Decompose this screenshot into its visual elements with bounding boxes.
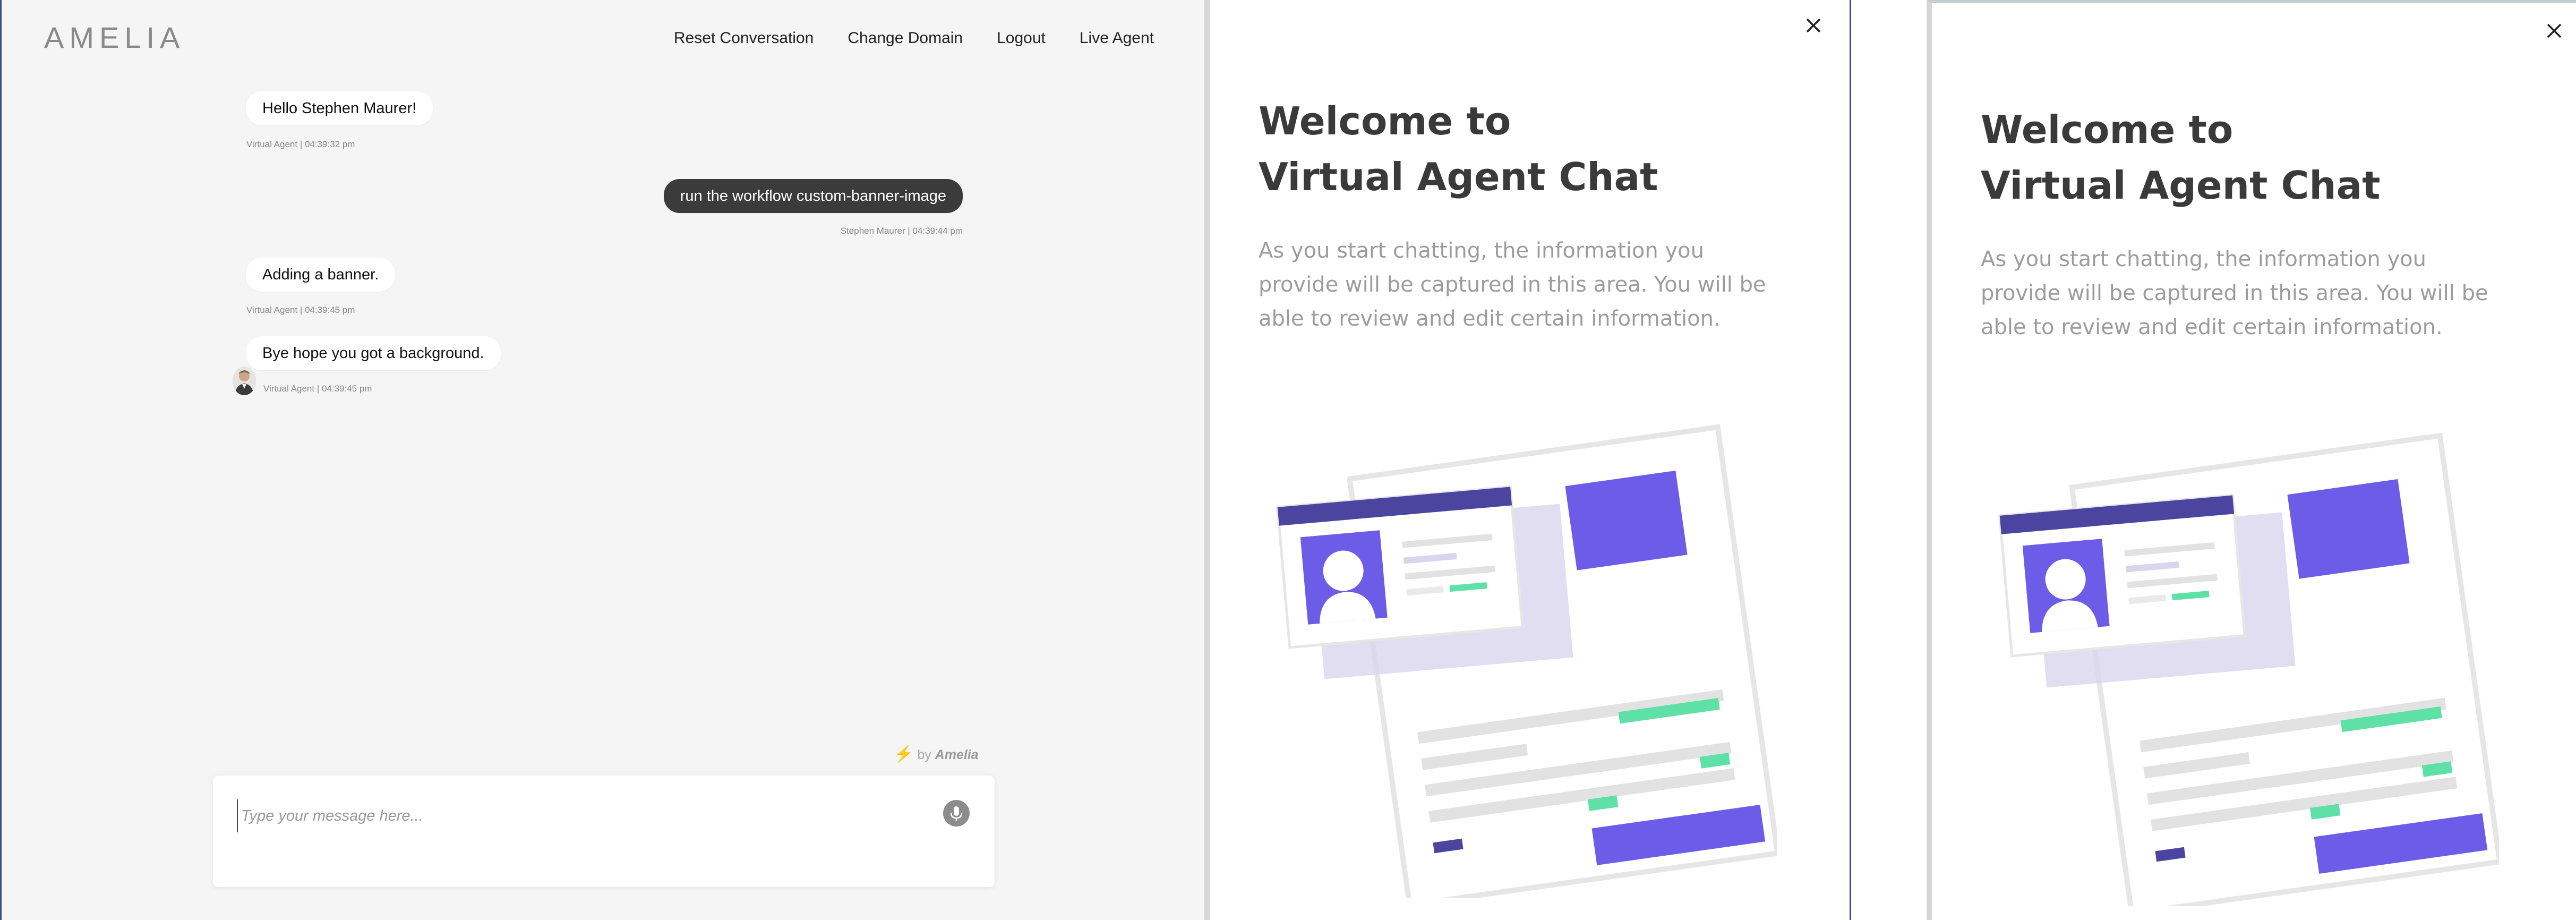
welcome-panel: Welcome to Virtual Agent Chat As you sta… (1204, 0, 1851, 920)
profile-document-illustration (1998, 432, 2499, 906)
welcome-panel-duplicate: Welcome to Virtual Agent Chat As you sta… (1927, 0, 2576, 920)
message-composer (213, 776, 995, 887)
powered-prefix: by (917, 747, 931, 762)
agent-avatar (233, 367, 256, 395)
panel-gap (1851, 0, 1927, 920)
welcome-title: Welcome to Virtual Agent Chat (1259, 93, 1790, 205)
reset-conversation-link[interactable]: Reset Conversation (674, 29, 814, 47)
powered-brand: Amelia (935, 747, 979, 762)
welcome-description: As you start chatting, the information y… (1259, 238, 1766, 331)
profile-document-illustration (1276, 424, 1777, 898)
message-meta: Virtual Agent | 04:39:45 pm (263, 384, 372, 394)
logo-text: AMELIA (44, 21, 185, 54)
welcome-title-line2: Virtual Agent Chat (1259, 155, 1658, 199)
chat-app: AMELIA Reset Conversation Change Domain … (0, 0, 1204, 920)
agent-message-bubble: Adding a banner. (246, 258, 396, 292)
close-icon[interactable] (2543, 19, 2566, 42)
lightning-icon: ⚡ (894, 745, 914, 763)
welcome-title-line1: Welcome to (1259, 99, 1511, 143)
live-agent-link[interactable]: Live Agent (1080, 29, 1154, 47)
message-meta: Virtual Agent | 04:39:45 pm (246, 305, 355, 315)
change-domain-link[interactable]: Change Domain (848, 29, 963, 47)
logout-link[interactable]: Logout (997, 29, 1046, 47)
powered-by-amelia: ⚡ by Amelia (894, 745, 979, 763)
amelia-logo: AMELIA (44, 20, 185, 55)
agent-message-bubble: Bye hope you got a background. (246, 336, 501, 370)
message-input[interactable] (237, 799, 927, 832)
top-nav: Reset Conversation Change Domain Logout … (674, 29, 1154, 47)
microphone-icon (950, 806, 963, 821)
welcome-title: Welcome to Virtual Agent Chat (1981, 102, 2512, 214)
message-meta: Virtual Agent | 04:39:32 pm (246, 139, 355, 149)
message-meta: Stephen Maurer | 04:39:44 pm (840, 226, 963, 236)
agent-message-bubble: Hello Stephen Maurer! (246, 91, 433, 125)
microphone-button[interactable] (943, 800, 970, 827)
user-message-bubble: run the workflow custom-banner-image (663, 179, 963, 213)
welcome-title-line2: Virtual Agent Chat (1981, 163, 2381, 208)
close-icon[interactable] (1802, 14, 1825, 37)
welcome-title-line1: Welcome to (1981, 107, 2233, 152)
welcome-description: As you start chatting, the information y… (1981, 247, 2488, 339)
